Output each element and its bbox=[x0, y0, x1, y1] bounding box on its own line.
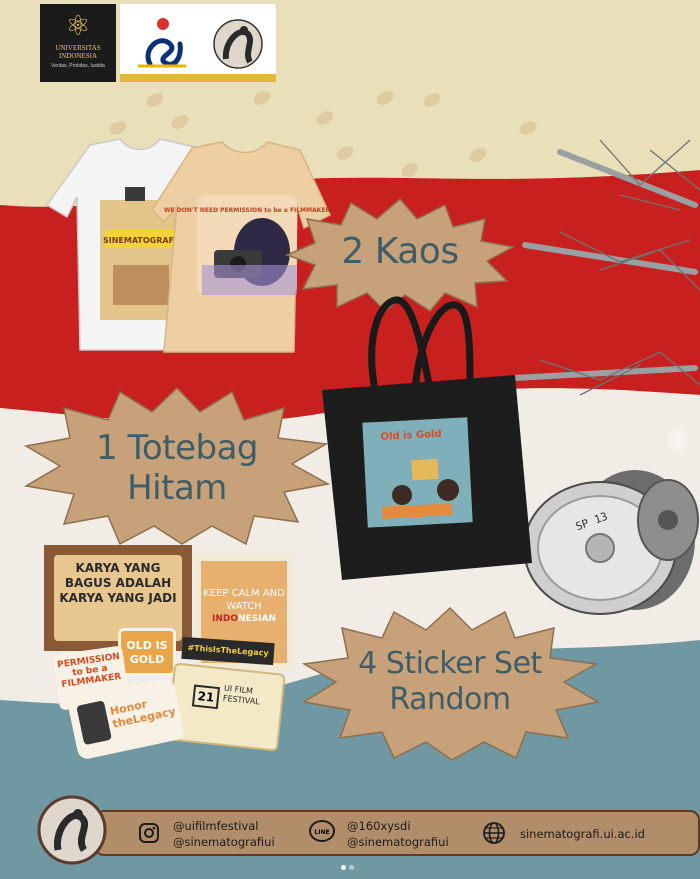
carousel-dot-active[interactable] bbox=[341, 865, 346, 870]
makara-crest-icon: ⚛ bbox=[65, 10, 91, 41]
film-club-emblem-icon bbox=[37, 795, 107, 865]
sticker-old-is-gold: OLD IS GOLD bbox=[118, 628, 176, 676]
shirts-prize-label: 2 Kaos bbox=[341, 231, 459, 272]
partner-logos bbox=[120, 4, 276, 82]
totebag-prize-badge: 1 Totebag Hitam bbox=[22, 386, 332, 546]
sticker-keep-calm-text: KEEP CALM AND WATCH bbox=[203, 588, 285, 612]
sticker-ticket: 21 UI FILM FESTIVAL bbox=[166, 662, 286, 752]
carousel-dot[interactable] bbox=[349, 865, 354, 870]
instagram-handle-club[interactable]: @sinematografiui bbox=[173, 835, 275, 850]
globe-icon bbox=[483, 822, 505, 844]
sticker-indo-text: INDO bbox=[211, 614, 238, 624]
sticker-ticket-number: 21 bbox=[191, 684, 221, 710]
line-handle-2[interactable]: @sinematografiui bbox=[347, 835, 449, 850]
universitas-indonesia-logo: ⚛ UNIVERSITAS INDONESIA Veritas, Probita… bbox=[40, 4, 116, 82]
instagram-handle-festival[interactable]: @uifilmfestival bbox=[173, 819, 259, 834]
university-motto: Veritas, Probitas, Iustitia bbox=[51, 63, 105, 69]
swan-logo-icon bbox=[138, 18, 186, 68]
stickers-prize-label-line2: Random bbox=[389, 682, 511, 717]
website-url[interactable]: sinematografi.ui.ac.id bbox=[520, 827, 645, 842]
sticker-nesian-text: NESIAN bbox=[238, 614, 277, 624]
chevron-right-icon[interactable]: › bbox=[667, 430, 687, 450]
sticker-ticket-text: UI FILM FESTIVAL bbox=[222, 683, 261, 707]
black-totebag: Old is Gold bbox=[322, 296, 532, 580]
camera-figure-icon bbox=[76, 700, 112, 746]
sticker-legacy-text: Honor theLegacy bbox=[108, 697, 177, 731]
totebag-prize-label-line1: 1 Totebag bbox=[96, 428, 258, 468]
film-club-logo-icon bbox=[213, 19, 263, 69]
totebag-prize-label-line2: Hitam bbox=[127, 468, 227, 508]
stickers-prize-label-line1: 4 Sticker Set bbox=[358, 646, 542, 681]
carousel-indicator bbox=[341, 857, 357, 875]
line-handle-1[interactable]: @160xysdi bbox=[347, 819, 411, 834]
instagram-icon bbox=[139, 823, 159, 843]
footer: @uifilmfestival @sinematografiui LINE @1… bbox=[36, 795, 700, 865]
line-icon: LINE bbox=[309, 820, 335, 842]
university-name: UNIVERSITAS INDONESIA bbox=[55, 44, 101, 60]
stickers-prize-badge: 4 Sticker Set Random bbox=[300, 606, 601, 761]
